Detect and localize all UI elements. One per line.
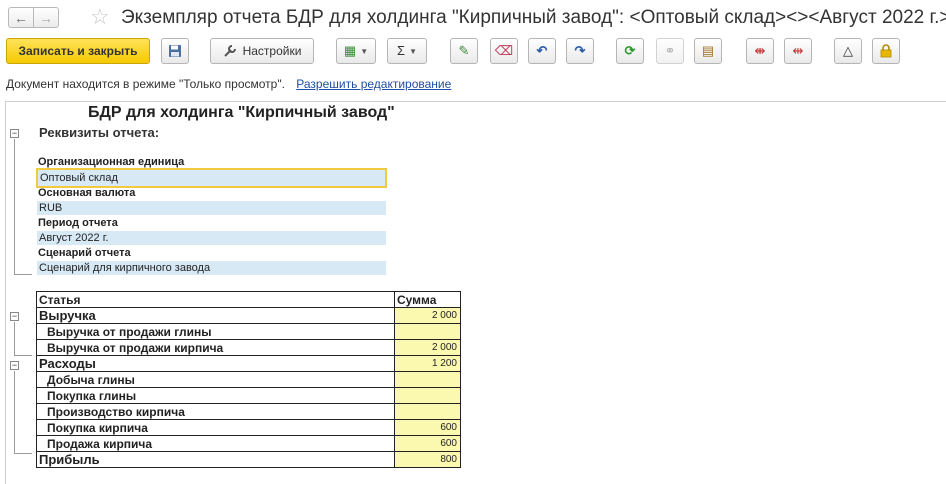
sum-menu-button[interactable]: Σ ▼: [387, 38, 427, 64]
requisites-group-end: [14, 274, 32, 275]
title-bar: ← → ☆ Экземпляр отчета БДР для холдинга …: [0, 0, 946, 36]
column-header-amount: Сумма: [394, 291, 461, 308]
table-row: Добыча глины: [36, 371, 461, 388]
row-value[interactable]: [394, 387, 461, 404]
row-label: Расходы: [36, 355, 395, 372]
back-button[interactable]: ←: [8, 7, 34, 28]
report-left-border: [5, 101, 6, 484]
delta-button[interactable]: △: [834, 38, 862, 64]
forward-button[interactable]: →: [33, 7, 59, 28]
row-value[interactable]: 2 000: [394, 339, 461, 356]
link-icon: ⚭: [664, 43, 676, 58]
requisites-group-line: [14, 139, 15, 274]
org-unit-value[interactable]: Оптовый склад: [36, 168, 387, 188]
row-value[interactable]: 600: [394, 435, 461, 452]
document-button[interactable]: ▤: [694, 38, 722, 64]
report-title: БДР для холдинга "Кирпичный завод": [88, 104, 395, 121]
eraser-icon: ⌫: [494, 43, 514, 58]
revenue-group-end: [14, 355, 32, 356]
expenses-group-end: [14, 453, 32, 454]
period-label: Период отчета: [38, 217, 118, 229]
report-top-border: [5, 101, 946, 102]
table-row: Прибыль 800: [36, 451, 461, 468]
save-and-close-button[interactable]: Записать и закрыть: [6, 38, 150, 64]
save-button[interactable]: [161, 38, 189, 64]
expenses-group-line: [14, 371, 15, 453]
scenario-value[interactable]: Сценарий для кирпичного завода: [37, 261, 386, 275]
table-row: Выручка от продажи глины: [36, 323, 461, 340]
refresh-icon: ⟳: [624, 43, 636, 58]
requisites-title: Реквизиты отчета:: [39, 125, 160, 140]
period-value[interactable]: Август 2022 г.: [37, 231, 386, 245]
table-row: Выручка от продажи кирпича 2 000: [36, 339, 461, 356]
pencil-icon: ✎: [458, 43, 470, 58]
table-row: Продажа кирпича 600: [36, 435, 461, 452]
row-label: Выручка от продажи глины: [36, 323, 395, 340]
redo-button[interactable]: ↷: [566, 38, 594, 64]
settings-button[interactable]: Настройки: [210, 38, 314, 64]
row-value[interactable]: [394, 403, 461, 420]
currency-label: Основная валюта: [38, 187, 136, 199]
collapse-expenses-icon[interactable]: −: [10, 361, 19, 370]
row-label: Покупка кирпича: [36, 419, 395, 436]
table-row: Покупка кирпича 600: [36, 419, 461, 436]
redo-arrow-icon: ↷: [574, 43, 586, 58]
expand-columns-button[interactable]: ⇼: [746, 38, 774, 64]
lock-button[interactable]: [872, 38, 900, 64]
collapse-columns-button[interactable]: ⇹: [784, 38, 812, 64]
row-label: Производство кирпича: [36, 403, 395, 420]
column-header-article: Статья: [36, 291, 395, 308]
row-label: Добыча глины: [36, 371, 395, 388]
undo-button[interactable]: ↶: [528, 38, 556, 64]
triangle-icon: △: [843, 43, 853, 58]
allow-editing-link[interactable]: Разрешить редактирование: [296, 77, 451, 91]
collapse-columns-icon: ⇹: [792, 43, 804, 58]
row-value[interactable]: 800: [394, 451, 461, 468]
row-value[interactable]: [394, 371, 461, 388]
link-button[interactable]: ⚭: [656, 38, 684, 64]
floppy-disk-icon: [169, 45, 181, 57]
favorite-star-icon[interactable]: ☆: [90, 4, 110, 30]
row-value[interactable]: 2 000: [394, 307, 461, 324]
refresh-button[interactable]: ⟳: [616, 38, 644, 64]
edit-button[interactable]: ✎: [450, 38, 478, 64]
save-and-close-label: Записать и закрыть: [18, 44, 138, 58]
row-label: Выручка от продажи кирпича: [36, 339, 395, 356]
table-header-row: Статья Сумма: [36, 291, 461, 308]
row-label: Покупка глины: [36, 387, 395, 404]
document-icon: ▤: [701, 43, 715, 58]
row-label: Прибыль: [36, 451, 395, 468]
row-value[interactable]: 600: [394, 419, 461, 436]
command-toolbar: Записать и закрыть Настройки ▦ ▼ Σ ▼ ✎ ⌫ ↶…: [0, 38, 946, 66]
table-row: Расходы 1 200: [36, 355, 461, 372]
table-row: Производство кирпича: [36, 403, 461, 420]
report-table: Статья Сумма Выручка 2 000 Выручка от пр…: [36, 291, 461, 468]
spreadsheet-icon: ▦: [343, 43, 357, 58]
revenue-group-line: [14, 322, 15, 355]
settings-label: Настройки: [242, 44, 302, 58]
window-title: Экземпляр отчета БДР для холдинга "Кирпи…: [121, 7, 946, 28]
row-value[interactable]: 1 200: [394, 355, 461, 372]
row-label: Продажа кирпича: [36, 435, 395, 452]
read-only-text: Документ находится в режиме "Только прос…: [6, 77, 285, 91]
lock-icon: [880, 44, 892, 58]
collapse-requisites-icon[interactable]: −: [10, 129, 19, 138]
wrench-icon: [223, 45, 236, 57]
org-unit-label: Организационная единица: [38, 156, 185, 168]
row-value[interactable]: [394, 323, 461, 340]
collapse-revenue-icon[interactable]: −: [10, 312, 19, 321]
row-label: Выручка: [36, 307, 395, 324]
export-menu-button[interactable]: ▦ ▼: [336, 38, 376, 64]
table-row: Выручка 2 000: [36, 307, 461, 324]
expand-columns-icon: ⇼: [754, 43, 766, 58]
sigma-icon: Σ: [397, 43, 406, 58]
table-row: Покупка глины: [36, 387, 461, 404]
undo-arrow-icon: ↶: [536, 43, 548, 58]
read-only-notice: Документ находится в режиме "Только прос…: [6, 77, 451, 91]
scenario-label: Сценарий отчета: [38, 247, 131, 259]
currency-value[interactable]: RUB: [37, 201, 386, 215]
clear-button[interactable]: ⌫: [490, 38, 518, 64]
